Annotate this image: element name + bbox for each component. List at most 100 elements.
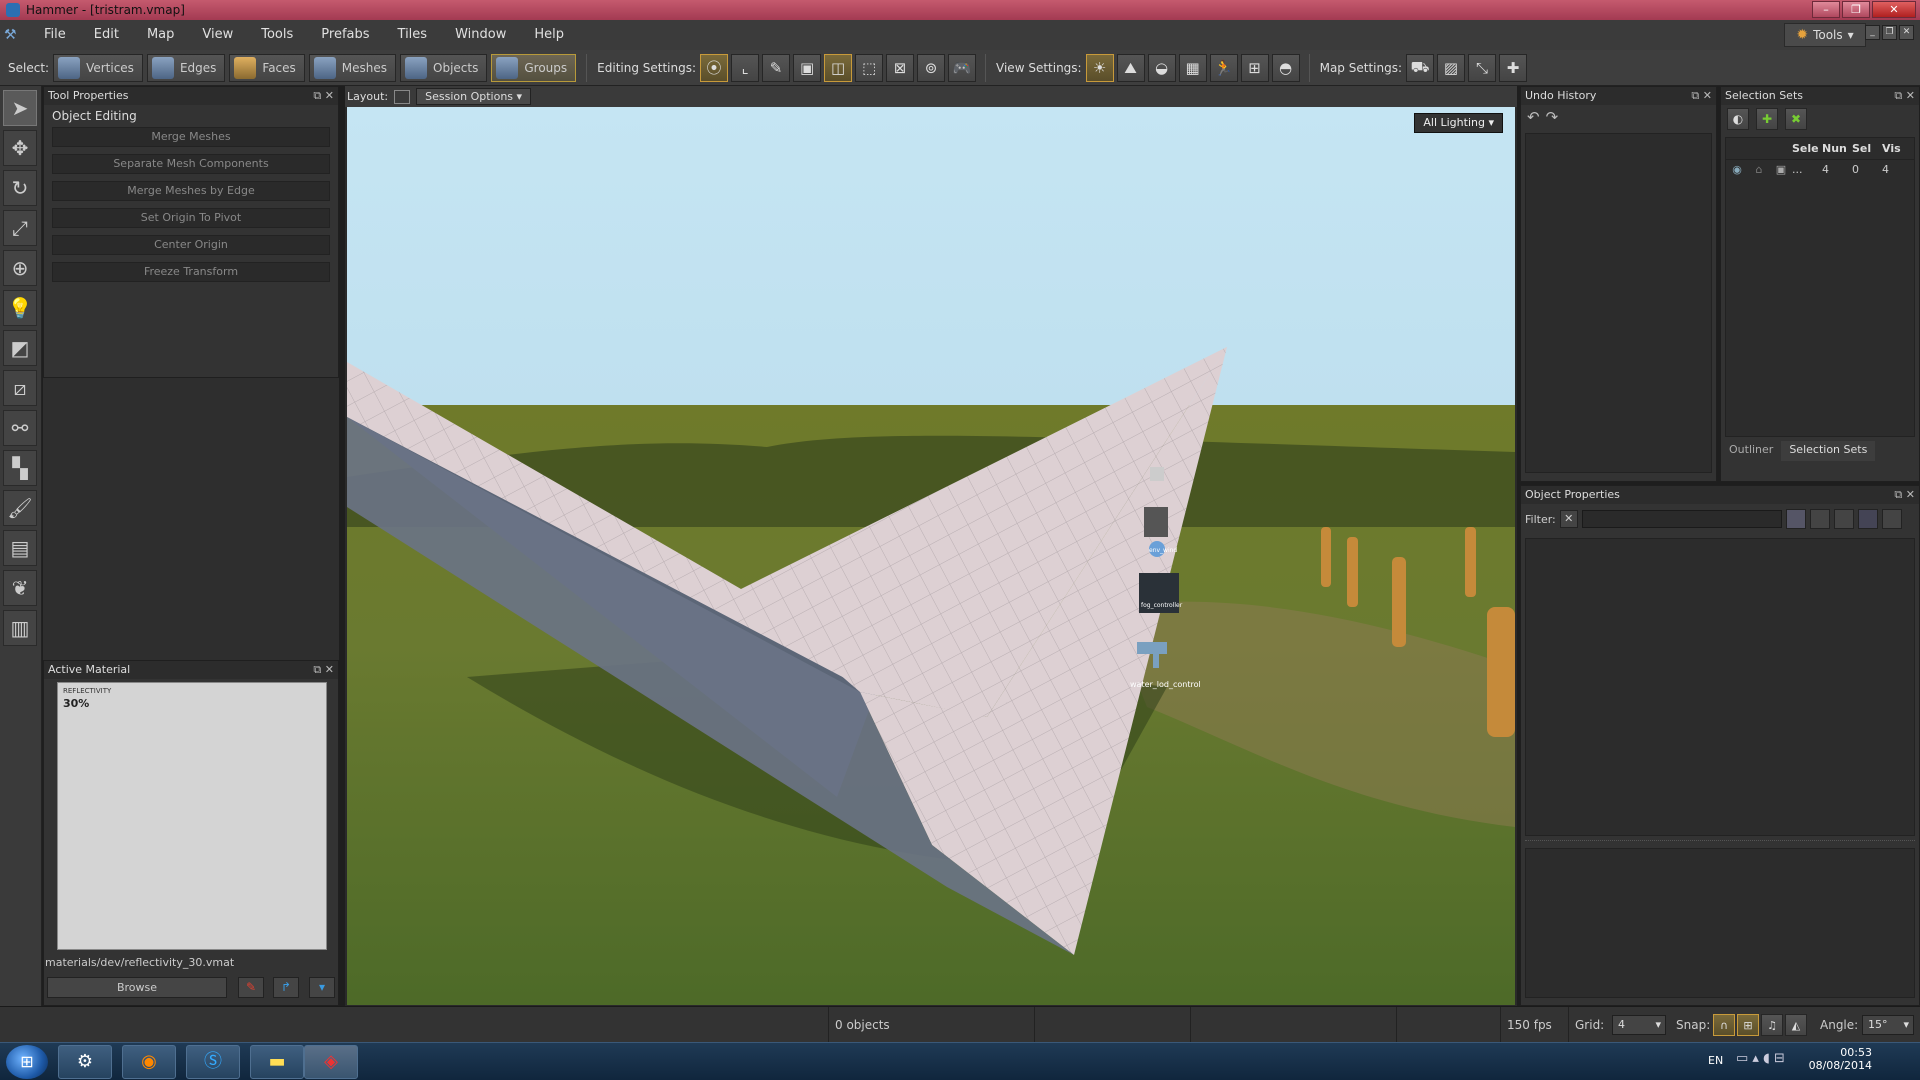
taskbar-explorer[interactable]: ▬ <box>250 1045 304 1079</box>
minimize-button[interactable]: – <box>1812 1 1840 18</box>
options-icon[interactable] <box>1881 509 1902 529</box>
panel-float-close-icon[interactable]: ⧉ ✕ <box>313 87 334 105</box>
snap-vertex-button[interactable]: ♫ <box>1761 1014 1783 1036</box>
col-sel[interactable]: Sel <box>1852 138 1882 159</box>
panel-float-close-icon[interactable]: ⧉ ✕ <box>1894 486 1915 504</box>
3d-viewport[interactable]: env_wind fog_controller water_lod_contro… <box>347 107 1515 1005</box>
select-groups-button[interactable]: Groups <box>491 53 577 82</box>
filter-input[interactable] <box>1581 510 1782 528</box>
clear-filter-icon[interactable]: ✕ <box>1559 510 1578 528</box>
menu-tiles[interactable]: Tiles <box>384 20 442 50</box>
snap-grid-button[interactable]: ⊞ <box>1737 1014 1759 1036</box>
panel-float-close-icon[interactable]: ⧉ ✕ <box>1894 87 1915 105</box>
menu-file[interactable]: File <box>30 20 80 50</box>
col-vis[interactable]: Vis <box>1882 138 1912 159</box>
menu-help[interactable]: Help <box>520 20 578 50</box>
separate-mesh-components-button[interactable]: Separate Mesh Components <box>52 154 330 174</box>
detail-view-icon[interactable] <box>1809 509 1830 529</box>
browse-material-button[interactable]: Browse <box>47 977 227 998</box>
mdi-close-button[interactable]: ✕ <box>1899 25 1914 40</box>
material-tool-button[interactable]: ▚ <box>3 450 37 486</box>
show-lights-button[interactable]: ☀ <box>1085 53 1114 82</box>
angle-dropdown[interactable]: 15° ▾ <box>1862 1015 1914 1035</box>
object-properties-list[interactable] <box>1525 538 1915 836</box>
pin-icon[interactable] <box>1857 509 1878 529</box>
show-grid-button[interactable]: ⊞ <box>1240 53 1269 82</box>
set-origin-to-pivot-button[interactable]: Set Origin To Pivot <box>52 208 330 228</box>
select-all-button[interactable]: ⊠ <box>886 53 915 82</box>
eye-icon[interactable]: ◉ <box>1726 160 1748 180</box>
mdi-minimize-button[interactable]: _ <box>1865 25 1880 40</box>
remove-from-set-button[interactable]: ✖ <box>1785 108 1807 130</box>
select-edges-button[interactable]: Edges <box>146 53 226 82</box>
menu-view[interactable]: View <box>188 20 247 50</box>
splitter[interactable] <box>1525 840 1915 844</box>
center-origin-button[interactable]: Center Origin <box>52 235 330 255</box>
foliage-tool-button[interactable]: ❦ <box>3 570 37 606</box>
local-space-button[interactable]: ⌞ <box>731 53 760 82</box>
redo-icon[interactable]: ↷ <box>1546 108 1559 126</box>
lighting-mode-dropdown[interactable]: All Lighting ▾ <box>1414 113 1503 133</box>
select-objects-button[interactable]: Objects <box>400 53 488 82</box>
rotate-tool-button[interactable]: ↻ <box>3 170 37 206</box>
tab-selection-sets[interactable]: Selection Sets <box>1781 441 1876 461</box>
select-meshes-button[interactable]: Meshes <box>308 53 397 82</box>
add-to-set-button[interactable]: ✚ <box>1756 108 1778 130</box>
ignore-groups-button[interactable]: ⊚ <box>917 53 946 82</box>
material-apply-button[interactable]: ↱ <box>273 977 299 998</box>
taskbar-firefox[interactable]: ◉ <box>122 1045 176 1079</box>
sort-icon[interactable] <box>1833 509 1854 529</box>
clip-tool-button[interactable]: ⧄ <box>3 370 37 406</box>
taskbar-steam[interactable]: ⚙ <box>58 1045 112 1079</box>
pivot-tool-button[interactable]: ⊕ <box>3 250 37 286</box>
tile-tool-button[interactable]: ▥ <box>3 610 37 646</box>
menu-map[interactable]: Map <box>133 20 188 50</box>
select-through-button[interactable]: ◫ <box>824 53 853 82</box>
mdi-restore-button[interactable]: ❐ <box>1882 25 1897 40</box>
terrain-tool-button[interactable]: ▤ <box>3 530 37 566</box>
col-sele[interactable]: Sele <box>1792 138 1822 159</box>
show-animation-button[interactable]: 🏃 <box>1209 53 1238 82</box>
material-options-button[interactable]: ▾ <box>309 977 335 998</box>
grid-size-dropdown[interactable]: 4 ▾ <box>1612 1015 1666 1035</box>
session-options-dropdown[interactable]: Session Options ▾ <box>416 88 532 105</box>
snap-toggle-button[interactable]: ⦿ <box>700 53 729 82</box>
new-selection-set-button[interactable]: ◐ <box>1727 108 1749 130</box>
texture-lock-button[interactable]: ▣ <box>793 53 822 82</box>
map-settings-button[interactable]: ⛟ <box>1406 53 1434 82</box>
lock-icon[interactable]: ⌂ <box>1748 160 1770 180</box>
language-indicator[interactable]: EN <box>1708 1054 1723 1067</box>
col-num[interactable]: Nun <box>1822 138 1852 159</box>
translate-tool-button[interactable]: ✥ <box>3 130 37 166</box>
entity-tool-button[interactable]: 💡 <box>3 290 37 326</box>
edit-mode-button[interactable]: ✎ <box>762 53 791 82</box>
select-vertices-button[interactable]: Vertices <box>53 53 143 82</box>
merge-meshes-button[interactable]: Merge Meshes <box>52 127 330 147</box>
snap-to-grid-button[interactable]: ∩ <box>1713 1014 1735 1036</box>
list-view-icon[interactable] <box>1785 509 1806 529</box>
game-mode-button[interactable]: 🎮 <box>948 53 977 82</box>
merge-meshes-by-edge-button[interactable]: Merge Meshes by Edge <box>52 181 330 201</box>
show-water-button[interactable]: ◒ <box>1147 53 1176 82</box>
tab-outliner[interactable]: Outliner <box>1721 441 1781 461</box>
show-volumes-button[interactable]: ▦ <box>1178 53 1207 82</box>
snap-angle-button[interactable]: ◭ <box>1785 1014 1807 1036</box>
menu-prefabs[interactable]: Prefabs <box>307 20 383 50</box>
material-preview[interactable]: REFLECTIVITY 30% <box>57 682 327 950</box>
path-button[interactable]: ⤡ <box>1468 53 1496 82</box>
undo-history-list[interactable] <box>1525 133 1712 473</box>
select-tool-button[interactable]: ➤ <box>3 90 37 126</box>
select-faces-button[interactable]: Faces <box>229 53 305 82</box>
scale-tool-button[interactable]: ⤢ <box>3 210 37 246</box>
table-row[interactable]: ◉ ⌂ ▣ ... 4 0 4 <box>1726 160 1914 180</box>
taskbar-skype[interactable]: Ⓢ <box>186 1045 240 1079</box>
panel-float-close-icon[interactable]: ⧉ ✕ <box>313 661 334 679</box>
build-button[interactable]: ✚ <box>1499 53 1527 82</box>
close-button[interactable]: ✕ <box>1872 1 1916 18</box>
menu-window[interactable]: Window <box>441 20 520 50</box>
maximize-button[interactable]: ❐ <box>1842 1 1870 18</box>
undo-icon[interactable]: ↶ <box>1527 108 1540 126</box>
paint-tool-button[interactable]: 🖌 <box>3 490 37 526</box>
material-pick-button[interactable]: ✎ <box>238 977 264 998</box>
tools-dropdown-button[interactable]: ✹ Tools ▾ <box>1784 23 1866 47</box>
